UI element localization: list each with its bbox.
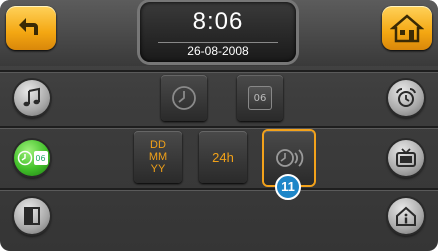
callout-number-badge: 11 [275, 174, 301, 200]
clock-calendar-button[interactable]: 06 [14, 140, 50, 176]
time-display: 8:06 [192, 8, 244, 35]
clock-icon [17, 150, 32, 166]
clock-settings-tile[interactable] [161, 75, 207, 121]
back-button[interactable] [6, 6, 56, 50]
home-button[interactable] [382, 6, 432, 50]
music-button[interactable] [14, 80, 50, 116]
calendar-icon: 06 [248, 86, 272, 110]
door-exit-icon [24, 207, 40, 225]
home-info-icon [396, 206, 416, 226]
row-divider [0, 188, 438, 190]
date-format-label: DD MM YY [148, 139, 168, 175]
calendar-settings-tile[interactable]: 06 [237, 75, 283, 121]
calendar-icon: 06 [33, 151, 48, 165]
row-divider [0, 126, 438, 128]
row-divider [0, 70, 438, 72]
clock-display: 8:06 26-08-2008 [140, 2, 296, 62]
tv-icon [396, 148, 416, 167]
tv-button[interactable] [388, 140, 424, 176]
clock-sound-icon [276, 149, 304, 167]
exit-button[interactable] [14, 198, 50, 234]
hour-format-label: 24h [212, 149, 234, 165]
date-display: 26-08-2008 [158, 42, 278, 59]
clock-icon [172, 86, 196, 110]
screen: 8:06 26-08-2008 06 06 DD MM YY 24h 11 [0, 0, 438, 251]
alarm-button[interactable] [388, 80, 424, 116]
alarm-clock-icon [396, 88, 416, 107]
hour-format-tile[interactable]: 24h [199, 131, 247, 183]
home-info-button[interactable] [388, 198, 424, 234]
date-format-tile[interactable]: DD MM YY [134, 131, 182, 183]
back-arrow-icon [19, 18, 38, 35]
home-icon [390, 14, 424, 43]
music-note-icon [23, 87, 40, 107]
